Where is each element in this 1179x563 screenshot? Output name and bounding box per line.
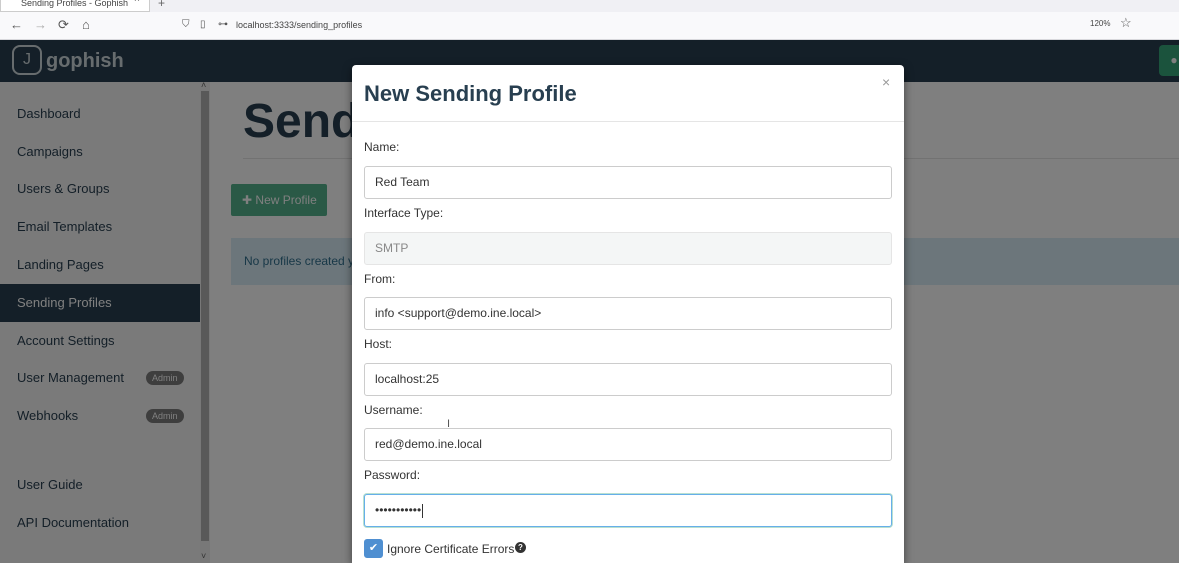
from-field[interactable]: info <support@demo.ine.local> (364, 297, 892, 330)
tab-title: Sending Profiles - Gophish (21, 0, 129, 8)
page-icon: ▯ (200, 19, 206, 30)
home-icon[interactable]: ⌂ (82, 17, 90, 32)
ignore-cert-label[interactable]: Ignore Certificate Errors (387, 542, 514, 556)
browser-navbar: ← → ⟳ ⌂ ⛉ ▯ ⊶ localhost:3333/sending_pro… (0, 12, 1179, 40)
mouse-text-cursor-icon: I (447, 418, 451, 430)
checkmark-icon: ✔ (368, 542, 379, 554)
new-sending-profile-modal: New Sending Profile × Name: Red Team Int… (352, 65, 904, 563)
new-tab-button[interactable]: + (158, 0, 165, 10)
tab-close-icon[interactable]: × (134, 0, 140, 5)
username-label: Username: (364, 403, 423, 417)
interface-type-label: Interface Type: (364, 206, 444, 220)
forward-icon[interactable]: → (34, 17, 47, 32)
modal-title: New Sending Profile (364, 81, 577, 106)
reload-icon[interactable]: ⟳ (58, 17, 69, 33)
username-field[interactable]: red@demo.ine.local (364, 428, 892, 461)
address-bar[interactable]: ⛉ ▯ ⊶ localhost:3333/sending_profiles (180, 16, 1140, 36)
interface-type-field: SMTP (364, 232, 892, 265)
password-value: ••••••••••• (375, 503, 422, 517)
name-field[interactable]: Red Team (364, 166, 892, 199)
password-label: Password: (364, 468, 421, 482)
text-caret (422, 503, 424, 518)
host-label: Host: (364, 337, 393, 351)
password-field[interactable]: ••••••••••• (364, 494, 892, 527)
browser-tab[interactable]: Sending Profiles - Gophish × (0, 0, 150, 12)
key-icon: ⊶ (218, 19, 228, 30)
close-icon[interactable]: × (882, 74, 890, 90)
question-icon[interactable]: ? (515, 542, 526, 553)
from-label: From: (364, 272, 396, 286)
modal-header-divider (352, 121, 904, 122)
host-field[interactable]: localhost:25 (364, 363, 892, 396)
back-icon[interactable]: ← (10, 17, 23, 32)
star-icon[interactable]: ☆ (1120, 15, 1132, 31)
zoom-level[interactable]: 120% (1090, 19, 1110, 28)
name-label: Name: (364, 140, 400, 154)
ignore-cert-checkbox[interactable]: ✔ (364, 539, 383, 558)
url-text: localhost:3333/sending_profiles (236, 20, 363, 30)
shield-icon: ⛉ (182, 19, 190, 30)
browser-tabstrip: Sending Profiles - Gophish × + (0, 0, 1179, 12)
